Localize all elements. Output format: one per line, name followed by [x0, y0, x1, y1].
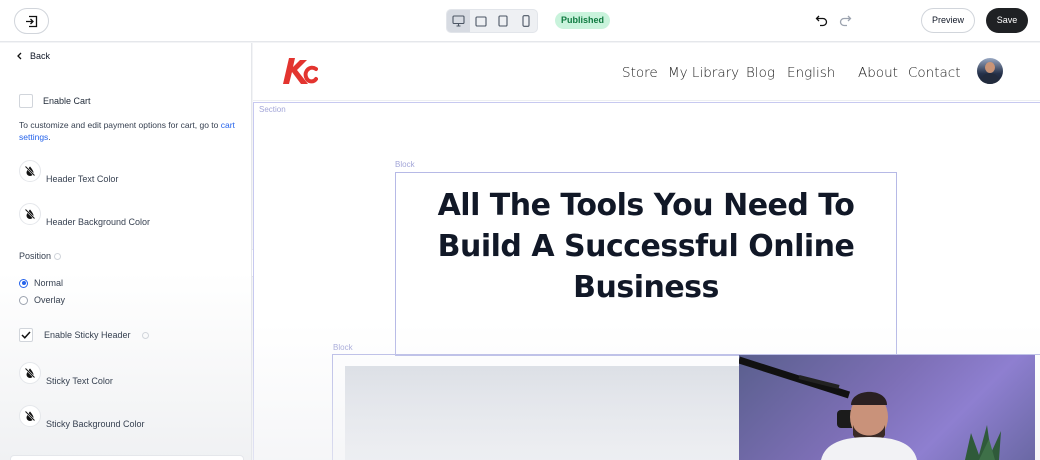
header-text-color-swatch[interactable]	[19, 160, 41, 182]
no-color-icon	[24, 410, 36, 422]
position-heading: Position	[19, 251, 62, 261]
device-tablet-portrait-button[interactable]	[492, 10, 515, 32]
sticky-text-color-swatch[interactable]	[19, 362, 41, 384]
mobile-icon	[522, 15, 530, 27]
no-color-icon	[24, 208, 36, 220]
status-badge: Published	[555, 12, 611, 29]
header-bg-color-swatch[interactable]	[19, 203, 41, 225]
position-option-label: Overlay	[34, 295, 66, 305]
device-mobile-button[interactable]	[515, 10, 538, 32]
block-tag: Block	[395, 160, 415, 169]
back-label: Back	[30, 51, 51, 61]
brand-logo-icon[interactable]	[280, 55, 318, 87]
enable-cart-checkbox[interactable]	[19, 94, 33, 108]
nav-contact[interactable]: Contact	[908, 65, 961, 81]
site-header[interactable]: Store My Library Blog English About Cont…	[253, 43, 1040, 101]
chevron-left-icon	[17, 52, 22, 60]
sticky-bg-color-swatch[interactable]	[19, 405, 41, 427]
nav-about[interactable]: About	[858, 65, 898, 81]
nav-english[interactable]: English	[787, 65, 835, 81]
hero-heading[interactable]: All The Tools You Need To Build A Succes…	[396, 185, 896, 308]
sticky-text-color-label: Sticky Text Color	[46, 376, 113, 386]
hero-line: Build A Successful Online	[437, 229, 855, 264]
radio-normal[interactable]	[19, 278, 28, 288]
tablet-landscape-icon	[475, 15, 487, 27]
enable-cart-label: Enable Cart	[43, 96, 91, 106]
nav-blog[interactable]: Blog	[746, 65, 775, 81]
back-button[interactable]: Back	[16, 51, 50, 61]
device-desktop-button[interactable]	[447, 10, 470, 32]
cart-info-end: .	[48, 132, 51, 142]
nav-my-library[interactable]: My Library	[668, 65, 739, 81]
panel-next-card	[10, 455, 244, 460]
hero-line: All The Tools You Need To	[437, 188, 855, 223]
position-option-label: Normal	[34, 278, 64, 288]
webcam-overlay	[739, 355, 1035, 460]
position-label: Position	[19, 251, 52, 261]
image-placeholder[interactable]	[345, 366, 739, 460]
hero-block[interactable]: All The Tools You Need To Build A Succes…	[395, 172, 897, 356]
tablet-portrait-icon	[498, 15, 508, 27]
position-option-normal[interactable]: Normal	[19, 278, 63, 288]
hero-line: Business	[573, 270, 719, 305]
cart-info-lead: To customize and edit payment options fo…	[19, 120, 221, 130]
avatar[interactable]	[977, 58, 1003, 84]
checkmark-icon	[21, 331, 31, 339]
enable-cart-toggle[interactable]: Enable Cart	[19, 94, 91, 108]
position-option-overlay[interactable]: Overlay	[19, 295, 65, 305]
no-color-icon	[24, 367, 36, 379]
exit-icon	[26, 15, 38, 27]
radio-overlay[interactable]	[19, 295, 28, 305]
info-icon[interactable]	[54, 252, 62, 260]
header-text-color-label: Header Text Color	[46, 174, 119, 184]
sticky-header-checkbox[interactable]	[19, 328, 33, 342]
sticky-header-label: Enable Sticky Header	[44, 330, 131, 340]
desktop-icon	[452, 15, 465, 27]
exit-button[interactable]	[14, 8, 49, 34]
presenter-video	[739, 356, 1001, 460]
nav-store[interactable]: Store	[622, 65, 658, 81]
cart-info-text: To customize and edit payment options fo…	[19, 119, 241, 143]
settings-panel: Back Enable Cart To customize and edit p…	[0, 43, 252, 460]
redo-icon[interactable]	[838, 13, 852, 27]
editor-toolbar: Published Preview Save	[0, 0, 1040, 42]
block-tag: Block	[333, 343, 353, 352]
section-tag: Section	[259, 105, 286, 114]
no-color-icon	[24, 165, 36, 177]
undo-icon[interactable]	[815, 13, 829, 27]
device-tablet-landscape-button[interactable]	[470, 10, 493, 32]
sticky-bg-color-label: Sticky Background Color	[46, 419, 145, 429]
device-switcher	[446, 9, 538, 33]
preview-button[interactable]: Preview	[921, 8, 975, 33]
info-icon[interactable]	[141, 331, 149, 339]
header-bg-color-label: Header Background Color	[46, 217, 151, 227]
sticky-header-toggle[interactable]: Enable Sticky Header	[19, 328, 149, 342]
save-button[interactable]: Save	[986, 8, 1028, 33]
